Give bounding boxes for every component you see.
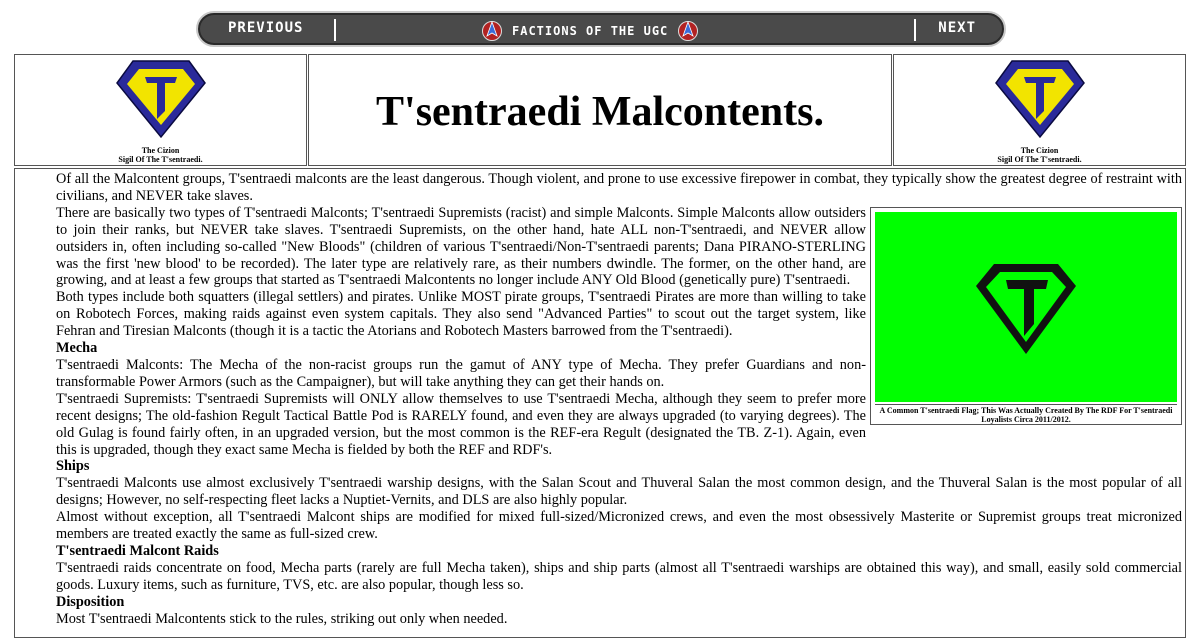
article-text: Of all the Malcontent groups, T'sentraed… (56, 171, 1182, 627)
nav-separator (914, 19, 916, 41)
header-left-cell: The Cizion Sigil Of The T'sentraedi. (14, 54, 307, 166)
previous-link[interactable]: PREVIOUS (228, 20, 303, 36)
paragraph: T'sentraedi raids concentrate on food, M… (56, 559, 1182, 593)
paragraph: Almost without exception, all T'sentraed… (56, 509, 1182, 543)
section-heading-ships: Ships (56, 458, 90, 475)
sigil-caption: The Cizion Sigil Of The T'sentraedi. (997, 146, 1082, 164)
section-heading-raids: T'sentraedi Malcont Raids (56, 542, 219, 559)
next-link[interactable]: NEXT (938, 20, 976, 36)
tsentraedi-flag (875, 211, 1177, 402)
header-right-cell: The Cizion Sigil Of The T'sentraedi. (893, 54, 1186, 166)
nav-bar: PREVIOUS FACTIONS OF THE UGC NEXT (196, 11, 1006, 47)
sigil-caption: The Cizion Sigil Of The T'sentraedi. (118, 146, 203, 164)
cizion-sigil-icon (994, 60, 1085, 139)
ugc-badge-icon (678, 20, 699, 41)
flag-emblem-icon (976, 263, 1076, 354)
paragraph: T'sentraedi Malconts use almost exclusiv… (56, 475, 1182, 509)
flag-caption: A Common T'sentraedi Flag; This Was Actu… (875, 403, 1177, 424)
section-heading-disposition: Disposition (56, 593, 125, 610)
nav-title-group: FACTIONS OF THE UGC (482, 19, 699, 43)
flag-figure: A Common T'sentraedi Flag; This Was Actu… (870, 206, 1182, 425)
page-title: T'sentraedi Malcontents. (376, 89, 824, 135)
ugc-badge-icon (482, 20, 502, 41)
paragraph: Of all the Malcontent groups, T'sentraed… (56, 171, 1182, 204)
article-body: Of all the Malcontent groups, T'sentraed… (14, 168, 1186, 638)
nav-separator (334, 19, 336, 41)
paragraph: Most T'sentraedi Malcontents stick to th… (56, 610, 508, 627)
cizion-sigil-icon (115, 60, 206, 139)
header-table: The Cizion Sigil Of The T'sentraedi. T's… (14, 54, 1186, 166)
header-title-cell: T'sentraedi Malcontents. (308, 54, 892, 166)
nav-title: FACTIONS OF THE UGC (512, 24, 669, 38)
